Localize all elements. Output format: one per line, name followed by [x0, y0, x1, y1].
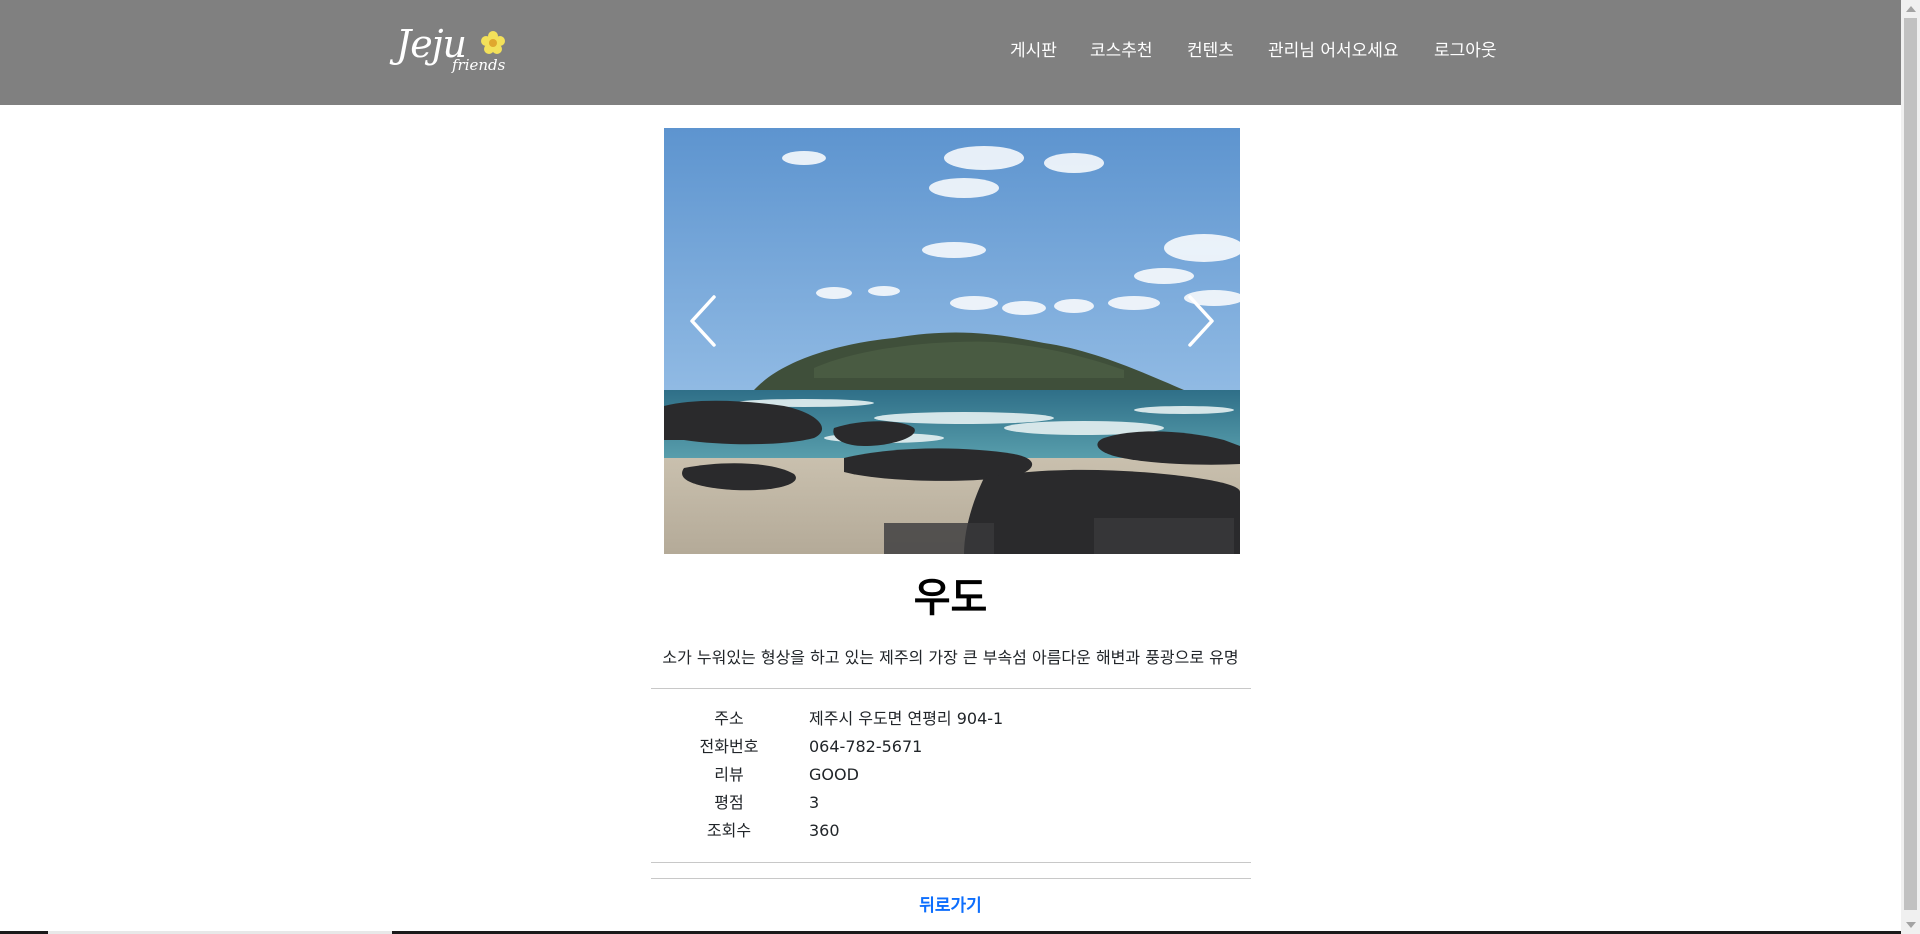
info-row-review: 리뷰 GOOD — [651, 761, 1251, 789]
place-title: 우도 — [913, 575, 988, 621]
island-coast-photo — [664, 128, 1240, 554]
nav-contents[interactable]: 컨텐츠 — [1187, 38, 1234, 64]
chevron-left-icon — [690, 295, 716, 347]
info-row-views: 조회수 360 — [651, 817, 1251, 845]
flower-icon — [481, 31, 505, 54]
nav-board[interactable]: 게시판 — [1010, 38, 1057, 64]
info-row-phone: 전화번호 064-782-5671 — [651, 733, 1251, 761]
carousel-next-button[interactable] — [1160, 128, 1240, 554]
nav-course-recommend[interactable]: 코스추천 — [1090, 38, 1153, 64]
top-navbar: Jeju friends 게시판 코스추천 컨텐츠 관리님 어서오세요 로그아웃 — [0, 0, 1901, 105]
chevron-right-icon — [1188, 295, 1214, 347]
divider — [651, 878, 1251, 879]
info-label: 주소 — [714, 709, 744, 728]
carousel-prev-button[interactable] — [664, 128, 744, 554]
page: Jeju friends 게시판 코스추천 컨텐츠 관리님 어서오세요 로그아웃 — [0, 0, 1920, 934]
scroll-down-arrow-icon[interactable] — [1906, 922, 1916, 928]
divider — [651, 862, 1251, 863]
info-value: 3 — [809, 793, 820, 812]
info-value: 064-782-5671 — [809, 737, 923, 756]
divider — [651, 688, 1251, 689]
vertical-scrollbar[interactable] — [1901, 0, 1920, 934]
info-label: 리뷰 — [714, 765, 744, 784]
back-link-wrap: 뒤로가기 — [0, 893, 1901, 919]
place-description: 소가 누워있는 형상을 하고 있는 제주의 가장 큰 부속섬 아름다운 해변과 … — [662, 648, 1239, 667]
back-link[interactable]: 뒤로가기 — [919, 896, 982, 916]
logo-subtext: friends — [452, 56, 506, 74]
info-value: GOOD — [809, 765, 859, 784]
info-row-rating: 평점 3 — [651, 789, 1251, 817]
scroll-up-arrow-icon[interactable] — [1906, 6, 1916, 12]
nav-admin-greeting[interactable]: 관리님 어서오세요 — [1268, 38, 1399, 64]
info-value: 360 — [809, 821, 840, 840]
nav-logout[interactable]: 로그아웃 — [1434, 38, 1497, 64]
info-label: 평점 — [714, 793, 744, 812]
site-logo[interactable]: Jeju friends — [396, 24, 508, 80]
photo-carousel — [664, 128, 1240, 554]
info-value: 제주시 우도면 연평리 904-1 — [809, 709, 1004, 728]
scrollbar-thumb[interactable] — [1904, 18, 1917, 910]
info-label: 조회수 — [706, 821, 752, 840]
info-label: 전화번호 — [699, 737, 759, 756]
info-row-address: 주소 제주시 우도면 연평리 904-1 — [651, 705, 1251, 733]
